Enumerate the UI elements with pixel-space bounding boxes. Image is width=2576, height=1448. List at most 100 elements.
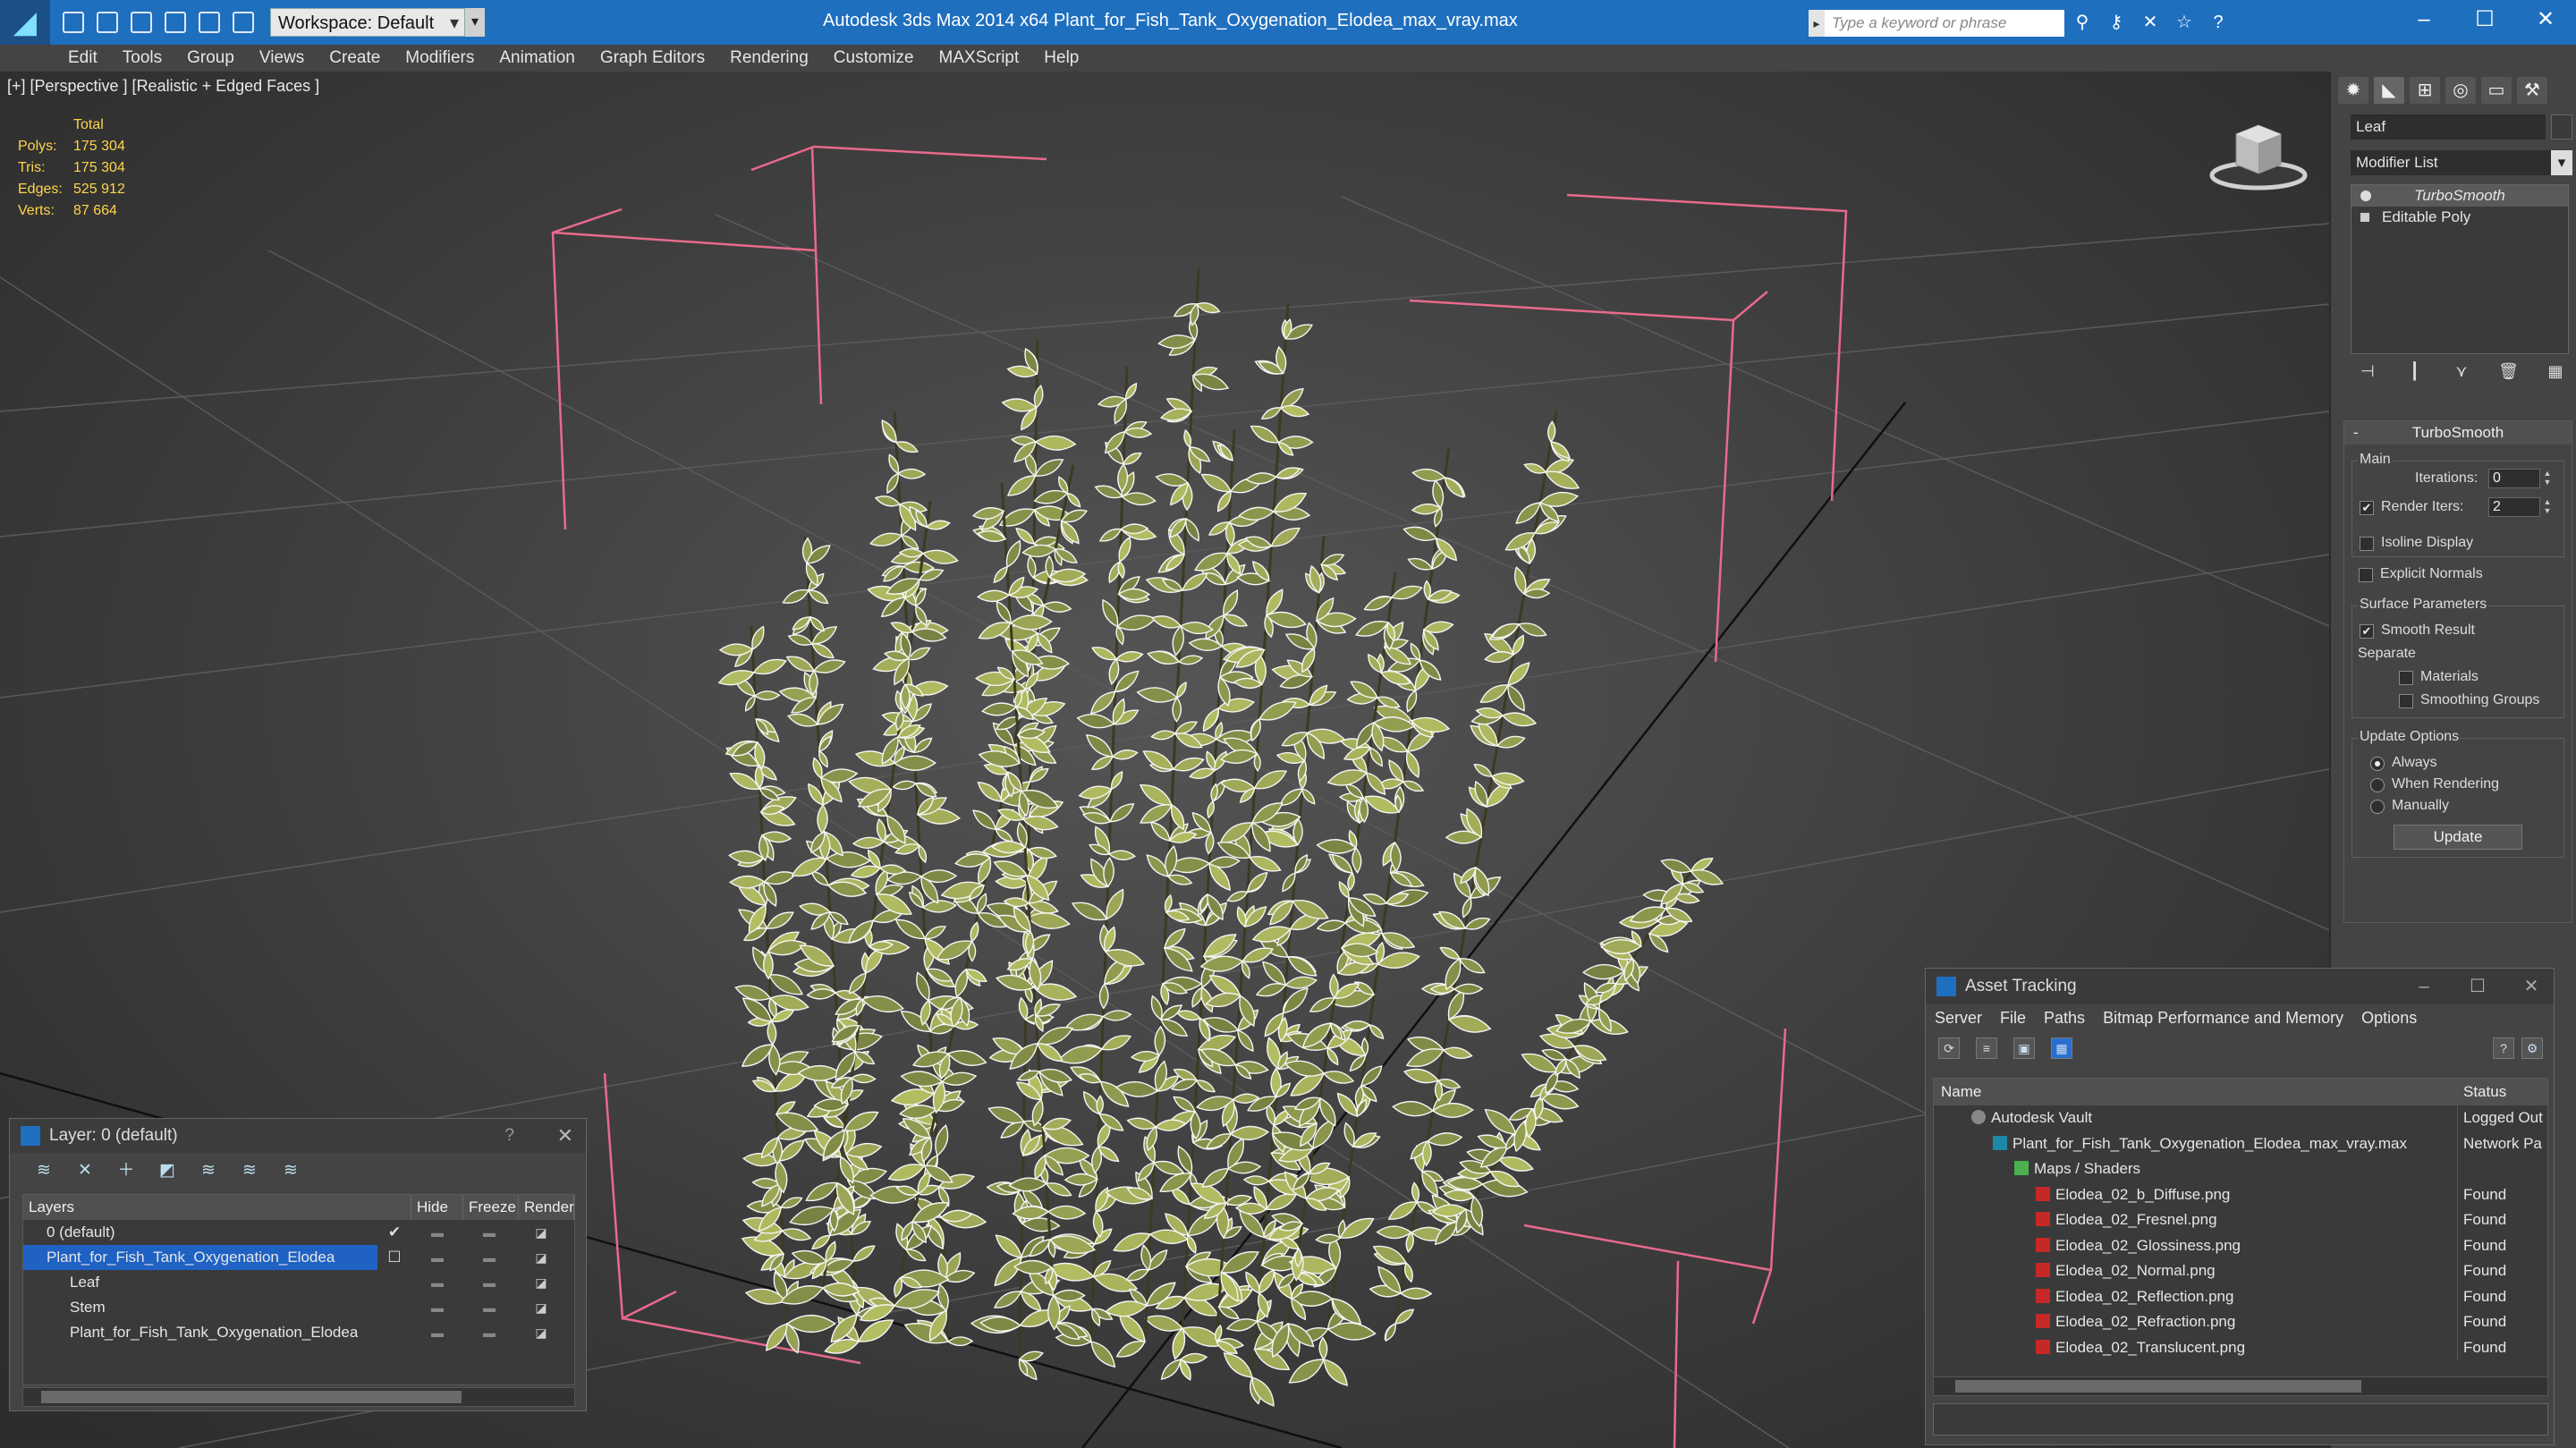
help-icon[interactable]: ?: [504, 1126, 514, 1146]
assets-horizontal-scrollbar[interactable]: [1933, 1376, 2548, 1396]
menu-options[interactable]: Options: [2361, 1009, 2417, 1028]
menu-customize[interactable]: Customize: [834, 48, 914, 68]
asset-row[interactable]: Elodea_02_Normal.png Found: [1934, 1258, 2547, 1284]
layer-row[interactable]: Stem ▬ ▬ ◪: [23, 1295, 574, 1320]
search-expand-icon[interactable]: ▸: [1809, 10, 1825, 37]
asset-row[interactable]: Elodea_02_Reflection.png Found: [1934, 1283, 2547, 1309]
spinner-arrows-icon[interactable]: ▲ ▼: [2542, 497, 2553, 517]
show-end-result-icon[interactable]: ┃: [2403, 360, 2427, 383]
update-manually-radio[interactable]: [2370, 800, 2385, 814]
scroll-thumb[interactable]: [41, 1391, 462, 1403]
layer-row[interactable]: 0 (default) ✔ ▬ ▬ ◪: [23, 1220, 574, 1245]
smooth-result-checkbox[interactable]: ✔: [2360, 624, 2374, 639]
layer-name[interactable]: Plant_for_Fish_Tank_Oxygenation_Elodea: [23, 1245, 377, 1270]
layer-render-teapot-icon[interactable]: ◪: [515, 1270, 567, 1295]
thumbnail-view-icon[interactable]: ▣: [2013, 1037, 2035, 1059]
layer-name[interactable]: Leaf: [23, 1270, 377, 1295]
search-input[interactable]: Type a keyword or phrase: [1825, 10, 2064, 37]
menu-file[interactable]: File: [2000, 1009, 2026, 1028]
render-iters-spinner[interactable]: 2: [2488, 497, 2540, 517]
asset-name[interactable]: Elodea_02_Normal.png: [1934, 1258, 2458, 1284]
asset-row[interactable]: Elodea_02_Translucent.png Found: [1934, 1334, 2547, 1360]
pin-stack-icon[interactable]: ⊣: [2356, 360, 2379, 383]
asset-row[interactable]: Autodesk Vault Logged Out: [1934, 1105, 2547, 1131]
asset-name[interactable]: Autodesk Vault: [1934, 1105, 2458, 1131]
undo-icon[interactable]: [165, 12, 186, 33]
open-file-icon[interactable]: [97, 12, 118, 33]
update-button[interactable]: Update: [2394, 825, 2522, 850]
minimize-icon[interactable]: –: [2402, 969, 2446, 1004]
stack-item-editable-poly[interactable]: Editable Poly: [2351, 207, 2568, 228]
layer-hide-toggle[interactable]: ▬: [411, 1295, 463, 1320]
favorite-star-icon[interactable]: ☆: [2174, 11, 2195, 34]
layer-render-teapot-icon[interactable]: ◪: [515, 1295, 567, 1320]
workspace-expand-button[interactable]: ▾: [465, 8, 485, 37]
viewport-label[interactable]: [+] [Perspective ] [Realistic + Edged Fa…: [7, 77, 319, 96]
modifier-list-dropdown[interactable]: Modifier List: [2351, 150, 2572, 175]
object-color-swatch[interactable]: [2551, 114, 2572, 140]
display-tab-icon[interactable]: ▭: [2481, 77, 2512, 104]
layer-render-teapot-icon[interactable]: ◪: [515, 1245, 567, 1270]
add-to-layer-icon[interactable]: ＋: [115, 1160, 137, 1181]
layer-window-titlebar[interactable]: Layer: 0 (default) ? ✕: [10, 1119, 586, 1153]
new-file-icon[interactable]: [63, 12, 84, 33]
viewcube-icon[interactable]: [2209, 114, 2308, 195]
layer-flag[interactable]: [377, 1320, 411, 1345]
hide-all-layers-icon[interactable]: ≋: [239, 1160, 260, 1181]
asset-row[interactable]: Elodea_02_Fresnel.png Found: [1934, 1207, 2547, 1233]
utilities-tab-icon[interactable]: ⚒: [2517, 77, 2547, 104]
asset-name[interactable]: Elodea_02_Translucent.png: [1934, 1334, 2458, 1360]
menu-maxscript[interactable]: MAXScript: [939, 48, 1020, 68]
menu-tools[interactable]: Tools: [123, 48, 162, 68]
asset-path-field[interactable]: [1933, 1403, 2548, 1435]
layer-hide-toggle[interactable]: ▬: [411, 1245, 463, 1270]
create-tab-icon[interactable]: ✹: [2338, 77, 2368, 104]
menu-edit[interactable]: Edit: [68, 48, 97, 68]
asset-name[interactable]: Elodea_02_Fresnel.png: [1934, 1207, 2458, 1233]
close-icon[interactable]: ✕: [2509, 969, 2554, 1004]
layer-flag[interactable]: [377, 1295, 411, 1320]
settings-icon[interactable]: ⚙: [2521, 1037, 2543, 1059]
layer-hide-toggle[interactable]: ▬: [411, 1320, 463, 1345]
layer-name[interactable]: Plant_for_Fish_Tank_Oxygenation_Elodea: [23, 1320, 377, 1345]
help-icon[interactable]: ?: [2493, 1037, 2514, 1059]
layer-freeze-toggle[interactable]: ▬: [463, 1245, 515, 1270]
asset-name[interactable]: Elodea_02_b_Diffuse.png: [1934, 1181, 2458, 1207]
refresh-icon[interactable]: ⟳: [1938, 1037, 1960, 1059]
asset-row[interactable]: Elodea_02_Glossiness.png Found: [1934, 1232, 2547, 1258]
asset-name[interactable]: Plant_for_Fish_Tank_Oxygenation_Elodea_m…: [1934, 1130, 2458, 1156]
asset-row[interactable]: Maps / Shaders: [1934, 1156, 2547, 1182]
project-folder-icon[interactable]: [233, 12, 254, 33]
materials-checkbox[interactable]: [2399, 671, 2413, 685]
layer-flag[interactable]: ☐: [377, 1245, 411, 1270]
menu-create[interactable]: Create: [329, 48, 380, 68]
close-button[interactable]: ✕: [2519, 0, 2572, 39]
asset-name[interactable]: Maps / Shaders: [1934, 1156, 2458, 1182]
menu-help[interactable]: Help: [1044, 48, 1079, 68]
render-iters-checkbox[interactable]: ✔: [2360, 501, 2374, 515]
make-unique-icon[interactable]: ⋎: [2450, 360, 2473, 383]
new-layer-icon[interactable]: ≋: [33, 1160, 55, 1181]
update-always-radio[interactable]: [2370, 757, 2385, 771]
minimize-button[interactable]: –: [2397, 0, 2451, 39]
table-view-icon[interactable]: ▦: [2051, 1037, 2072, 1059]
lightbulb-icon[interactable]: [2360, 191, 2371, 201]
layer-hide-toggle[interactable]: ▬: [411, 1220, 463, 1245]
binoculars-icon[interactable]: ⚲: [2072, 11, 2093, 34]
smoothing-groups-checkbox[interactable]: [2399, 694, 2413, 708]
asset-row[interactable]: Elodea_02_Refraction.png Found: [1934, 1309, 2547, 1335]
layer-flag[interactable]: [377, 1270, 411, 1295]
iterations-spinner[interactable]: 0: [2488, 469, 2540, 488]
list-view-icon[interactable]: ≡: [1976, 1037, 1997, 1059]
layer-row[interactable]: Leaf ▬ ▬ ◪: [23, 1270, 574, 1295]
layer-name[interactable]: Stem: [23, 1295, 377, 1320]
asset-tracking-titlebar[interactable]: Asset Tracking – ☐ ✕: [1926, 969, 2554, 1004]
update-when-rendering-radio[interactable]: [2370, 778, 2385, 792]
menu-paths[interactable]: Paths: [2044, 1009, 2085, 1028]
menu-group[interactable]: Group: [187, 48, 234, 68]
menu-graph-editors[interactable]: Graph Editors: [600, 48, 705, 68]
menu-rendering[interactable]: Rendering: [730, 48, 809, 68]
menu-views[interactable]: Views: [259, 48, 304, 68]
layer-horizontal-scrollbar[interactable]: [22, 1387, 575, 1407]
spinner-arrows-icon[interactable]: ▲ ▼: [2542, 469, 2553, 488]
